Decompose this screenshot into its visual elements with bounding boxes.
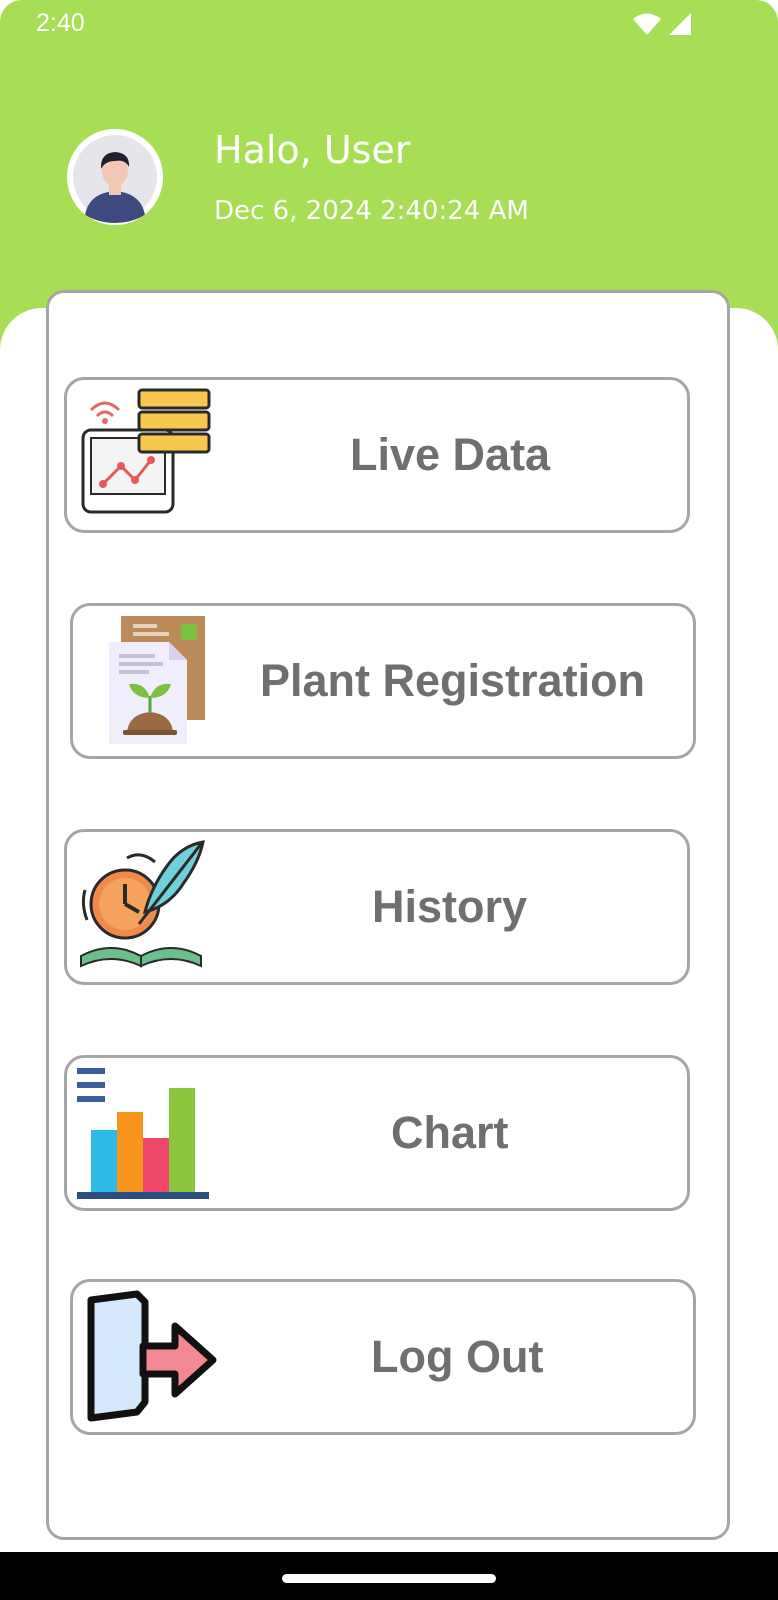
avatar[interactable] (67, 129, 163, 225)
plant-registration-icon (109, 616, 205, 744)
chart-icon (77, 1068, 209, 1199)
status-time: 2:40 (36, 9, 85, 37)
log-out-label: Log Out (371, 1331, 544, 1382)
user-avatar-icon (67, 129, 163, 225)
plant-registration-button[interactable]: Plant Registration (70, 603, 696, 759)
greeting: Halo, User (214, 128, 411, 172)
live-data-button[interactable]: Live Data (64, 377, 690, 533)
history-button[interactable]: History (64, 829, 690, 985)
cellular-signal-icon (669, 13, 691, 35)
datetime: Dec 6, 2024 2:40:24 AM (214, 196, 529, 226)
home-gesture-bar[interactable] (282, 1574, 496, 1583)
status-icons (632, 12, 692, 36)
wifi-icon (633, 13, 661, 35)
chart-label: Chart (391, 1107, 509, 1158)
history-label: History (372, 881, 528, 932)
history-icon (80, 840, 205, 968)
menu-panel: Live Data Plant Registration History Cha… (46, 290, 730, 1540)
chart-button[interactable]: Chart (64, 1055, 690, 1211)
status-bar: 2:40 (0, 0, 778, 48)
live-data-icon (81, 388, 211, 514)
logout-icon (87, 1290, 217, 1422)
log-out-button[interactable]: Log Out (70, 1279, 696, 1435)
live-data-label: Live Data (350, 429, 551, 480)
plant-registration-label: Plant Registration (260, 655, 646, 706)
